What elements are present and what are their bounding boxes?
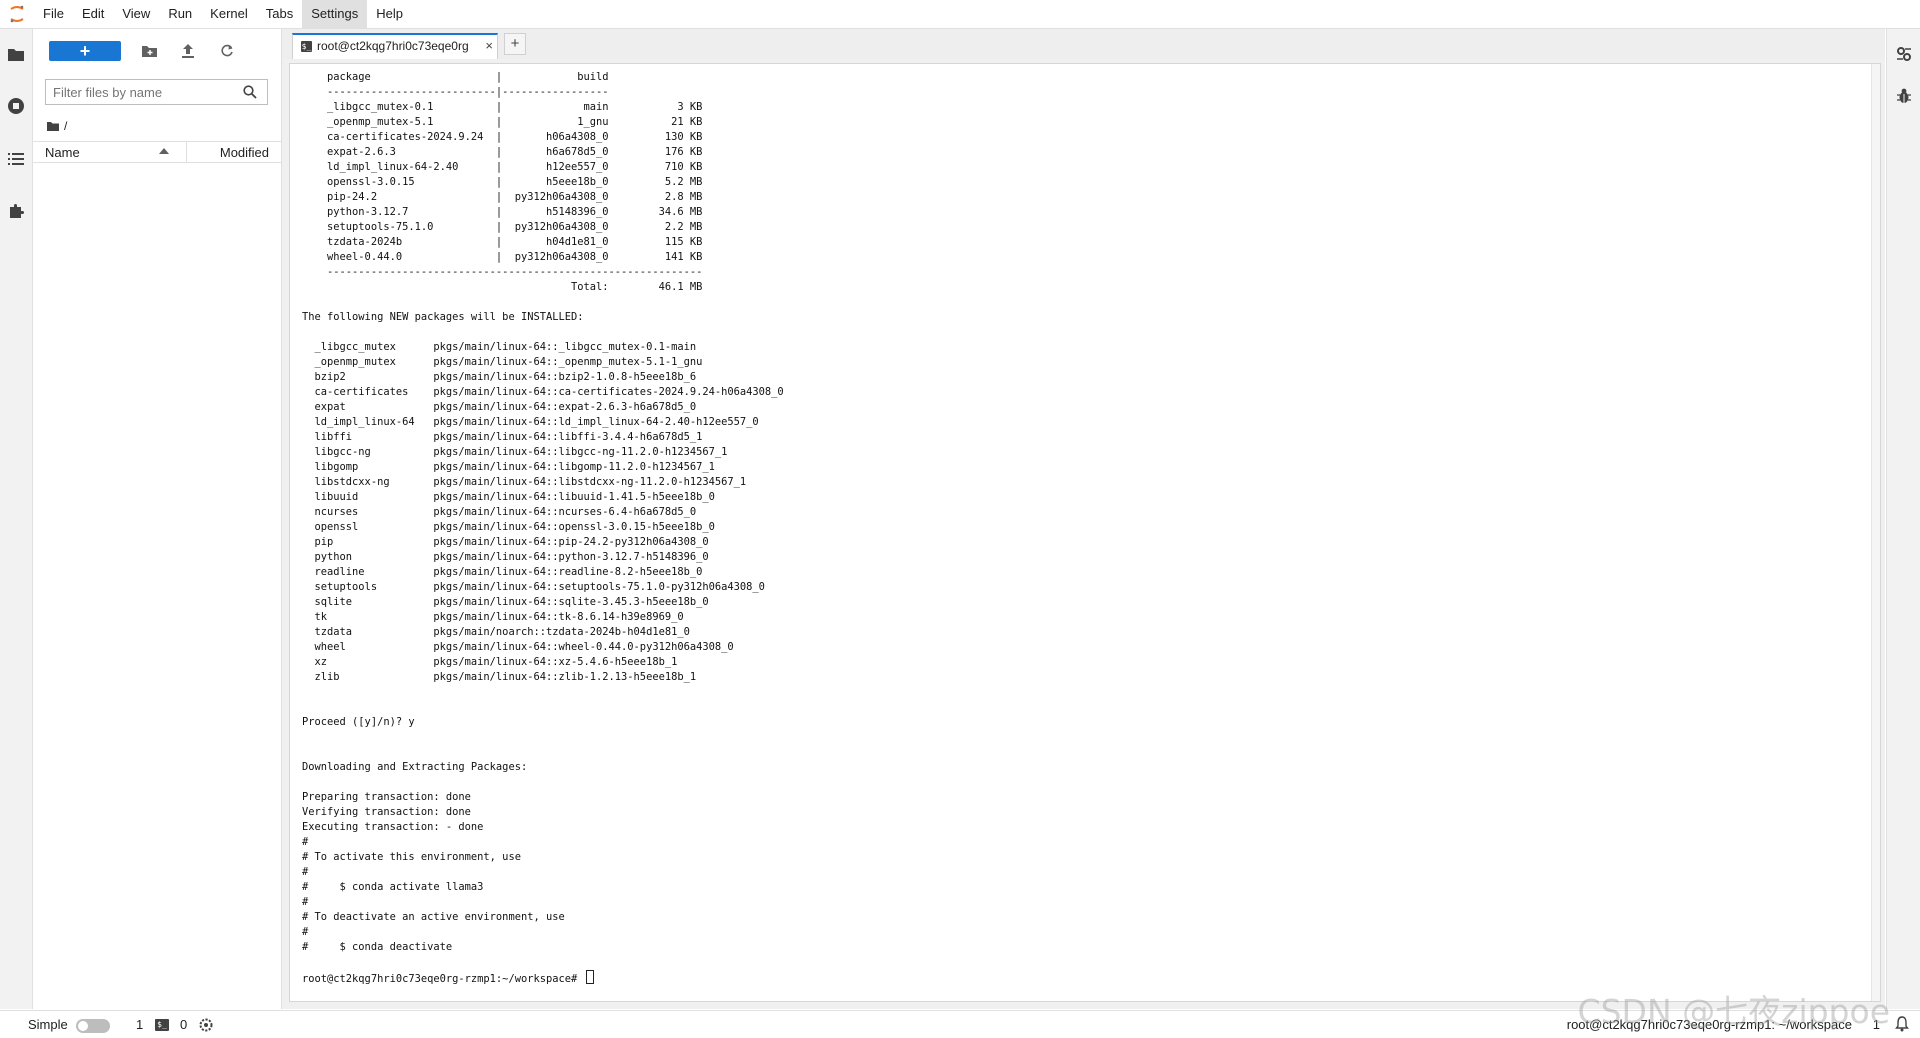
main-area: $_ root@ct2kqg7hri0c73eqe0rg × + package… xyxy=(282,29,1885,1009)
menu-run[interactable]: Run xyxy=(159,0,201,28)
extension-icon[interactable] xyxy=(6,201,26,221)
status-line: 1 xyxy=(1872,1017,1880,1032)
tab-label: root@ct2kqg7hri0c73eqe0rg xyxy=(317,39,469,53)
menu-file[interactable]: File xyxy=(34,0,73,28)
terminal-cursor xyxy=(585,970,594,984)
status-bar: Simple 1 $_ 0 root@ct2kqg7hri0c73eqe0rg-… xyxy=(0,1010,1920,1038)
column-divider[interactable] xyxy=(186,142,187,162)
new-tab-button[interactable]: + xyxy=(504,33,526,55)
terminal-history: package | build ------------------------… xyxy=(302,71,784,953)
gear-icon[interactable] xyxy=(198,1017,214,1033)
terminal-icon[interactable]: $_ xyxy=(155,1019,169,1031)
property-inspector-icon[interactable] xyxy=(1895,45,1913,63)
terminals-count[interactable]: 0 xyxy=(180,1017,187,1032)
column-modified[interactable]: Modified xyxy=(220,145,269,160)
simple-mode-toggle[interactable] xyxy=(76,1019,110,1033)
menu-kernel[interactable]: Kernel xyxy=(201,0,257,28)
column-name[interactable]: Name xyxy=(45,145,80,160)
menu-bar: File Edit View Run Kernel Tabs Settings … xyxy=(0,0,1920,29)
debugger-icon[interactable] xyxy=(1895,87,1913,105)
breadcrumb-root[interactable]: / xyxy=(64,119,67,133)
menu-settings[interactable]: Settings xyxy=(302,0,368,28)
menu-edit[interactable]: Edit xyxy=(73,0,113,28)
file-list-header: Name Modified xyxy=(33,141,281,163)
terminal-panel[interactable]: package | build ------------------------… xyxy=(289,63,1881,1002)
menu-view[interactable]: View xyxy=(113,0,159,28)
kernels-count[interactable]: 1 xyxy=(136,1017,143,1032)
new-folder-icon[interactable] xyxy=(141,43,157,59)
folder-icon[interactable] xyxy=(6,44,26,64)
tab-bar: $_ root@ct2kqg7hri0c73eqe0rg × + xyxy=(282,29,1885,59)
upload-icon[interactable] xyxy=(180,43,196,59)
terminal-output[interactable]: package | build ------------------------… xyxy=(302,70,784,987)
menu-tabs[interactable]: Tabs xyxy=(257,0,302,28)
breadcrumb: / xyxy=(47,117,67,135)
filter-box xyxy=(45,79,268,105)
jupyter-logo-icon[interactable] xyxy=(0,0,34,28)
terminal-scrollbar[interactable] xyxy=(1871,64,1880,1001)
filter-files-input[interactable] xyxy=(46,80,243,104)
terminal-prompt: root@ct2kqg7hri0c73eqe0rg-rzmp1:~/worksp… xyxy=(302,973,584,985)
search-icon xyxy=(243,85,257,99)
folder-icon[interactable] xyxy=(47,121,59,131)
toc-icon[interactable] xyxy=(6,149,26,169)
bell-icon[interactable] xyxy=(1894,1016,1910,1032)
simple-mode-label: Simple xyxy=(28,1017,68,1032)
status-terminal-path: root@ct2kqg7hri0c73eqe0rg-rzmp1: ~/works… xyxy=(1566,1017,1852,1032)
file-browser-toolbar: + xyxy=(33,29,281,73)
refresh-icon[interactable] xyxy=(219,43,235,59)
right-sidebar xyxy=(1886,29,1920,1009)
sort-ascending-icon[interactable] xyxy=(159,148,169,154)
tab-terminal[interactable]: $_ root@ct2kqg7hri0c73eqe0rg × xyxy=(292,33,498,59)
new-launcher-button[interactable]: + xyxy=(49,41,121,61)
menu-help[interactable]: Help xyxy=(367,0,412,28)
running-icon[interactable] xyxy=(6,96,26,116)
toggle-knob xyxy=(78,1021,88,1031)
close-icon[interactable]: × xyxy=(485,38,493,53)
left-activity-bar xyxy=(0,29,33,1009)
file-browser: + / Name Modified xyxy=(33,29,282,1009)
terminal-icon: $_ xyxy=(301,41,312,52)
